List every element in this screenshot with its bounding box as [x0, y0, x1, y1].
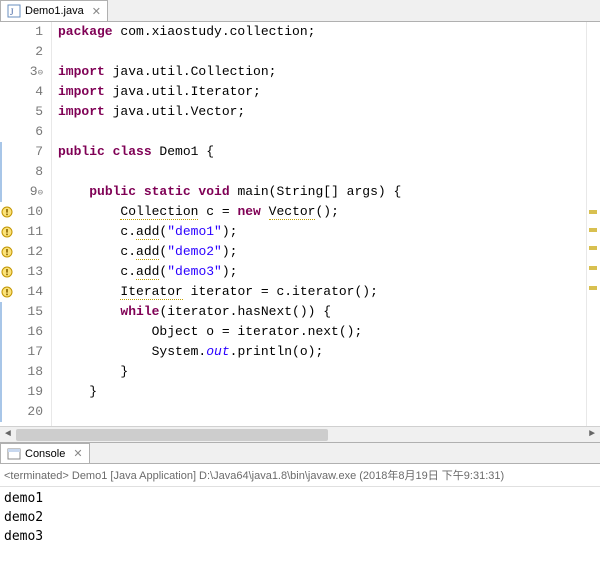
- console-line: demo2: [4, 508, 596, 527]
- line-number: 9⊖: [14, 182, 43, 202]
- code-line[interactable]: package com.xiaostudy.collection;: [58, 22, 586, 42]
- gutter-marker: [0, 182, 14, 202]
- line-number: 2: [14, 42, 43, 62]
- code-line[interactable]: import java.util.Vector;: [58, 102, 586, 122]
- line-number: 13: [14, 262, 43, 282]
- gutter-marker: [0, 82, 14, 102]
- line-number: 18: [14, 362, 43, 382]
- code-line[interactable]: System.out.println(o);: [58, 342, 586, 362]
- java-file-icon: J: [7, 4, 21, 18]
- console-tab[interactable]: Console ✕: [0, 443, 90, 463]
- code-line[interactable]: [58, 162, 586, 182]
- code-line[interactable]: }: [58, 382, 586, 402]
- code-line[interactable]: [58, 42, 586, 62]
- gutter-marker: [0, 402, 14, 422]
- code-line[interactable]: while(iterator.hasNext()) {: [58, 302, 586, 322]
- line-number: 19: [14, 382, 43, 402]
- line-number: 7: [14, 142, 43, 162]
- svg-text:J: J: [10, 7, 14, 17]
- line-number: 1: [14, 22, 43, 42]
- code-area[interactable]: package com.xiaostudy.collection; import …: [52, 22, 586, 426]
- code-line[interactable]: c.add("demo3");: [58, 262, 586, 282]
- line-number: 20: [14, 402, 43, 422]
- gutter-marker: [0, 162, 14, 182]
- line-number: 6: [14, 122, 43, 142]
- line-number: 10: [14, 202, 43, 222]
- code-line[interactable]: import java.util.Iterator;: [58, 82, 586, 102]
- gutter-marker: [0, 322, 14, 342]
- gutter-marker: [0, 122, 14, 142]
- console-panel: <terminated> Demo1 [Java Application] D:…: [0, 464, 600, 561]
- scroll-track[interactable]: [16, 428, 584, 442]
- console-line: demo1: [4, 489, 596, 508]
- line-number: 17: [14, 342, 43, 362]
- close-icon[interactable]: ✕: [92, 5, 101, 18]
- line-number: 11: [14, 222, 43, 242]
- code-line[interactable]: }: [58, 362, 586, 382]
- overview-ruler[interactable]: [586, 22, 600, 426]
- code-line[interactable]: c.add("demo1");: [58, 222, 586, 242]
- line-number: 8: [14, 162, 43, 182]
- gutter-marker: [0, 22, 14, 42]
- code-line[interactable]: c.add("demo2");: [58, 242, 586, 262]
- code-line[interactable]: public class Demo1 {: [58, 142, 586, 162]
- scroll-right-arrow-icon[interactable]: ►: [584, 428, 600, 442]
- line-number: 16: [14, 322, 43, 342]
- line-number: 5: [14, 102, 43, 122]
- console-tab-label: Console: [25, 448, 65, 460]
- code-line[interactable]: Object o = iterator.next();: [58, 322, 586, 342]
- marker-bar: [0, 22, 14, 426]
- editor-tab[interactable]: J Demo1.java ✕: [0, 0, 108, 21]
- gutter-marker: [0, 342, 14, 362]
- fold-toggle-icon[interactable]: ⊖: [38, 188, 43, 198]
- warning-icon: [0, 282, 14, 302]
- warning-icon: [0, 222, 14, 242]
- console-output[interactable]: demo1demo2demo3: [0, 487, 600, 548]
- code-editor[interactable]: 123⊖456789⊖1011121314151617181920 packag…: [0, 22, 600, 426]
- code-line[interactable]: Iterator iterator = c.iterator();: [58, 282, 586, 302]
- line-number: 15: [14, 302, 43, 322]
- code-line[interactable]: import java.util.Collection;: [58, 62, 586, 82]
- code-line[interactable]: public static void main(String[] args) {: [58, 182, 586, 202]
- gutter-marker: [0, 302, 14, 322]
- code-line[interactable]: [58, 122, 586, 142]
- line-number: 3⊖: [14, 62, 43, 82]
- line-number: 4: [14, 82, 43, 102]
- gutter-marker: [0, 62, 14, 82]
- line-number: 12: [14, 242, 43, 262]
- code-line[interactable]: Collection c = new Vector();: [58, 202, 586, 222]
- code-line[interactable]: [58, 402, 586, 422]
- warning-icon: [0, 262, 14, 282]
- warning-icon: [0, 202, 14, 222]
- gutter-marker: [0, 382, 14, 402]
- editor-tab-bar: J Demo1.java ✕: [0, 0, 600, 22]
- close-icon[interactable]: ✕: [73, 447, 82, 460]
- console-icon: [7, 447, 21, 461]
- fold-toggle-icon[interactable]: ⊖: [38, 68, 43, 78]
- line-number: 14: [14, 282, 43, 302]
- gutter-marker: [0, 362, 14, 382]
- gutter-marker: [0, 102, 14, 122]
- horizontal-scrollbar[interactable]: ◄ ►: [0, 426, 600, 442]
- scroll-thumb[interactable]: [16, 429, 328, 441]
- console-tab-bar: Console ✕: [0, 442, 600, 464]
- gutter-marker: [0, 42, 14, 62]
- gutter-marker: [0, 142, 14, 162]
- console-header: <terminated> Demo1 [Java Application] D:…: [0, 464, 600, 487]
- console-line: demo3: [4, 527, 596, 546]
- scroll-left-arrow-icon[interactable]: ◄: [0, 428, 16, 442]
- warning-icon: [0, 242, 14, 262]
- line-number-gutter: 123⊖456789⊖1011121314151617181920: [14, 22, 52, 426]
- editor-tab-label: Demo1.java: [25, 5, 84, 17]
